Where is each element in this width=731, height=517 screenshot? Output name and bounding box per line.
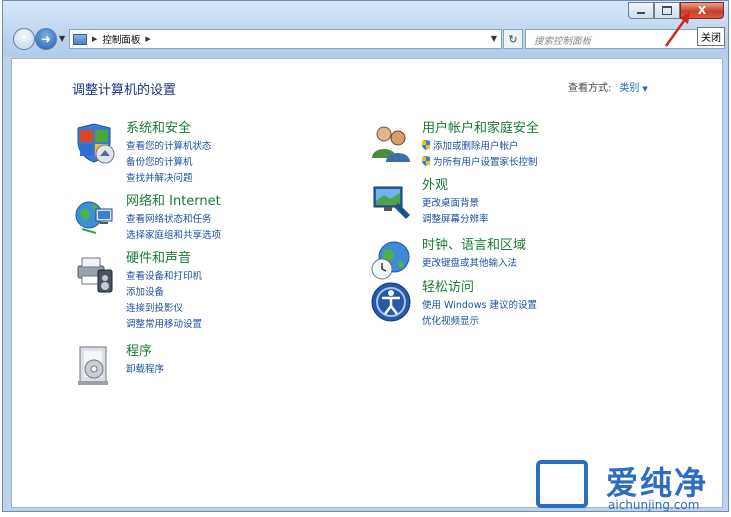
breadcrumb-chevron-icon[interactable]: ▶ <box>92 35 97 43</box>
hardware-sound-icon <box>77 257 113 293</box>
category-title[interactable]: 系统和安全 <box>126 122 212 136</box>
category-title[interactable]: 程序 <box>126 345 164 359</box>
minimize-button[interactable] <box>628 2 654 19</box>
category-link[interactable]: 调整屏幕分辨率 <box>422 212 489 228</box>
forward-arrow-icon: ➜ <box>40 32 52 46</box>
category-link[interactable]: 为所有用户设置家长控制 <box>422 155 539 171</box>
programs-icon <box>78 346 108 385</box>
category-title[interactable]: 时钟、语言和区域 <box>422 239 526 253</box>
category-link-text: 添加或删除用户帐户 <box>433 141 519 152</box>
refresh-icon: ↻ <box>508 32 518 46</box>
recent-pages-dropdown-icon[interactable]: ▼ <box>59 34 65 43</box>
category-link[interactable]: 查看设备和打印机 <box>126 269 202 285</box>
appearance-icon <box>373 186 410 219</box>
category-title[interactable]: 外观 <box>422 179 489 193</box>
back-button[interactable] <box>13 28 35 50</box>
category-title[interactable]: 轻松访问 <box>422 281 537 295</box>
category-link[interactable]: 调整常用移动设置 <box>126 317 202 333</box>
breadcrumb-chevron-icon[interactable]: ▶ <box>145 35 150 43</box>
pointer-arrow-icon <box>664 12 690 47</box>
category-link[interactable]: 优化视频显示 <box>422 314 537 330</box>
category-link[interactable]: 查找并解决问题 <box>126 171 212 187</box>
category-link[interactable]: 卸载程序 <box>126 362 164 378</box>
category-link[interactable]: 查看网络状态和任务 <box>126 212 221 228</box>
address-dropdown-icon[interactable]: ▼ <box>491 34 497 43</box>
search-input[interactable]: 搜索控制面板 <box>525 29 725 49</box>
view-by-dropdown[interactable]: 类别 <box>619 83 639 94</box>
category-link-text: 为所有用户设置家长控制 <box>433 157 538 168</box>
category-link[interactable]: 更改键盘或其他输入法 <box>422 256 526 272</box>
main-content: 调整计算机的设置 查看方式: 类别 ▼ 系统和安全 查看您的计算机状态 备份您的计算… <box>11 58 723 508</box>
category-link[interactable]: 添加或删除用户帐户 <box>422 139 539 155</box>
system-security-icon <box>77 123 115 164</box>
category-title[interactable]: 网络和 Internet <box>126 195 221 209</box>
category-link[interactable]: 使用 Windows 建议的设置 <box>422 298 537 314</box>
clock-region-icon <box>371 241 410 280</box>
minimize-icon <box>637 12 645 14</box>
category-title[interactable]: 用户帐户和家庭安全 <box>422 122 539 136</box>
refresh-button[interactable]: ↻ <box>503 29 523 49</box>
uac-shield-icon <box>422 156 430 166</box>
view-by: 查看方式: 类别 ▼ <box>568 79 648 94</box>
close-tooltip: 关闭 <box>697 27 725 46</box>
category-link[interactable]: 更改桌面背景 <box>422 196 489 212</box>
dropdown-caret-icon[interactable]: ▼ <box>642 85 647 93</box>
watermark-icon <box>536 460 588 508</box>
watermark-url: aichunjing.com <box>608 498 700 512</box>
view-by-label: 查看方式: <box>568 83 612 94</box>
category-link[interactable]: 选择家庭组和共享选项 <box>126 228 221 244</box>
uac-shield-icon <box>422 140 430 150</box>
category-link[interactable]: 添加设备 <box>126 285 202 301</box>
forward-button[interactable]: ➜ <box>35 28 57 50</box>
address-bar[interactable]: ▶ 控制面板 ▶ ▼ <box>69 29 502 49</box>
category-link[interactable]: 查看您的计算机状态 <box>126 139 212 155</box>
category-link[interactable]: 连接到投影仪 <box>126 301 202 317</box>
control-panel-window: X ➜ ▼ ▶ 控制面板 ▶ ▼ ↻ 搜索控制面板 调整计算机的设置 查看方式:… <box>2 0 729 512</box>
close-icon: X <box>697 4 707 17</box>
category-title[interactable]: 硬件和声音 <box>126 252 202 266</box>
breadcrumb-control-panel[interactable]: 控制面板 <box>102 32 140 46</box>
navigation-bar: ➜ ▼ ▶ 控制面板 ▶ ▼ ↻ 搜索控制面板 <box>11 28 725 54</box>
ease-of-access-icon <box>371 282 411 322</box>
network-internet-icon <box>75 201 113 234</box>
user-accounts-icon <box>372 126 410 162</box>
page-title: 调整计算机的设置 <box>72 83 177 98</box>
control-panel-icon <box>73 33 87 45</box>
category-link[interactable]: 备份您的计算机 <box>126 155 212 171</box>
